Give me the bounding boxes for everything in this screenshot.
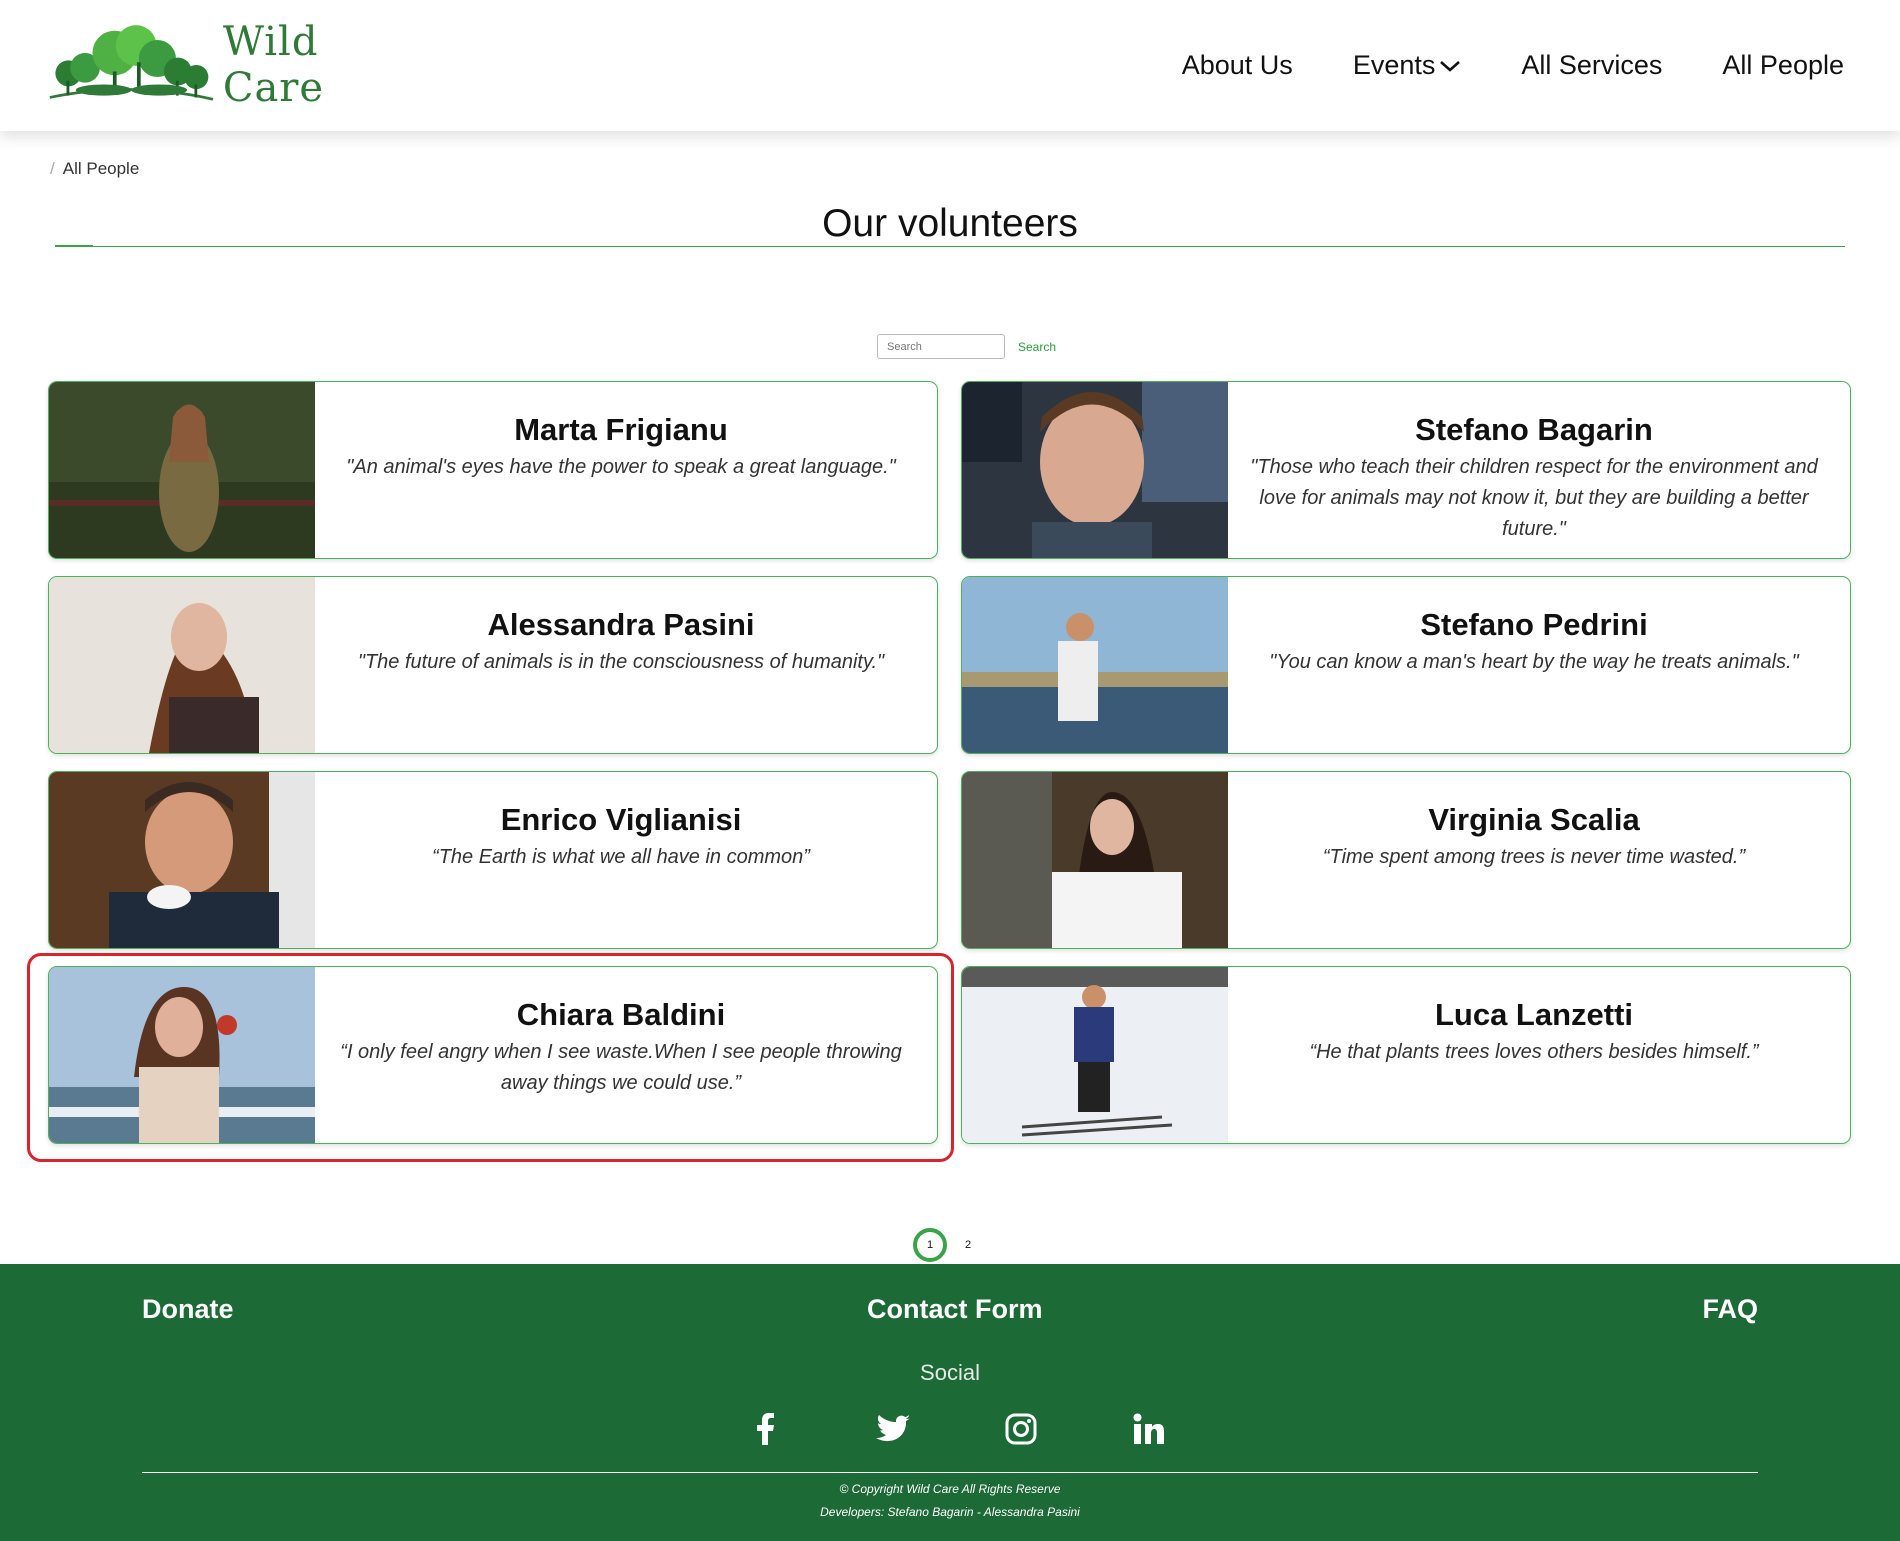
- search-button[interactable]: Search: [1018, 340, 1056, 354]
- volunteer-quote: “He that plants trees loves others besid…: [1309, 1041, 1759, 1063]
- volunteer-photo: [49, 772, 315, 948]
- volunteer-photo: [962, 772, 1228, 948]
- volunteer-info: Stefano Pedrini "You can know a man's he…: [1228, 607, 1840, 678]
- volunteer-quote: "The future of animals is in the conscio…: [357, 651, 885, 673]
- volunteer-card[interactable]: Luca Lanzetti “He that plants trees love…: [961, 966, 1851, 1144]
- linkedin-icon[interactable]: [1130, 1410, 1168, 1448]
- volunteer-name: Alessandra Pasini: [487, 607, 755, 642]
- chevron-down-icon: [1440, 60, 1461, 72]
- selection-highlight: [27, 953, 954, 1162]
- volunteer-info: Stefano Bagarin "Those who teach their c…: [1228, 412, 1840, 545]
- instagram-icon[interactable]: [1002, 1410, 1040, 1448]
- volunteer-quote: “Time spent among trees is never time wa…: [1322, 846, 1746, 868]
- pagination: 1 2: [913, 1228, 971, 1262]
- volunteer-info: Virginia Scalia “Time spent among trees …: [1228, 802, 1840, 873]
- volunteer-photo: [962, 382, 1228, 558]
- volunteer-card[interactable]: Stefano Bagarin "Those who teach their c…: [961, 381, 1851, 559]
- volunteer-info: Luca Lanzetti “He that plants trees love…: [1228, 997, 1840, 1068]
- nav-about-us[interactable]: About Us: [1182, 50, 1293, 81]
- volunteer-photo: [962, 967, 1228, 1143]
- brand-name: Wild Care: [222, 19, 325, 111]
- volunteer-photo: [49, 577, 315, 753]
- social-label: Social: [920, 1360, 980, 1385]
- main-nav: About Us Events All Services All People: [1182, 50, 1844, 81]
- volunteer-photo: [49, 382, 315, 558]
- volunteer-name: Stefano Pedrini: [1420, 607, 1648, 642]
- nav-events[interactable]: Events: [1353, 50, 1462, 81]
- search-input[interactable]: [877, 334, 1005, 359]
- nav-all-people[interactable]: All People: [1722, 50, 1844, 81]
- page-2-button[interactable]: 2: [965, 1239, 971, 1251]
- volunteer-quote: "You can know a man's heart by the way h…: [1269, 651, 1799, 673]
- title-divider-accent: [55, 245, 93, 247]
- volunteer-name: Luca Lanzetti: [1434, 997, 1634, 1032]
- breadcrumb: / All People: [50, 159, 139, 179]
- breadcrumb-separator: /: [50, 159, 55, 178]
- breadcrumb-current[interactable]: All People: [63, 159, 140, 178]
- nav-all-services[interactable]: All Services: [1521, 50, 1662, 81]
- volunteer-card[interactable]: Enrico Viglianisi “The Earth is what we …: [48, 771, 938, 949]
- volunteer-info: Marta Frigianu "An animal's eyes have th…: [315, 412, 927, 483]
- volunteer-card[interactable]: Virginia Scalia “Time spent among trees …: [961, 771, 1851, 949]
- donate-link[interactable]: Donate: [142, 1294, 234, 1325]
- volunteer-card[interactable]: Marta Frigianu "An animal's eyes have th…: [48, 381, 938, 559]
- page-1-button[interactable]: 1: [913, 1228, 947, 1262]
- copyright-text: © Copyright Wild Care All Rights Reserve: [839, 1482, 1061, 1496]
- volunteer-name: Virginia Scalia: [1428, 802, 1640, 837]
- site-footer: Donate Contact Form FAQ Social © Copyrig…: [0, 1264, 1900, 1541]
- volunteer-name: Marta Frigianu: [514, 412, 728, 447]
- volunteer-name: Enrico Viglianisi: [500, 802, 742, 837]
- volunteer-info: Enrico Viglianisi “The Earth is what we …: [315, 802, 927, 873]
- footer-divider: [142, 1472, 1758, 1473]
- volunteer-photo: [962, 577, 1228, 753]
- trees-logo-icon: [49, 25, 214, 101]
- nav-events-label: Events: [1352, 50, 1436, 80]
- volunteer-quote: "An animal's eyes have the power to spea…: [346, 456, 896, 478]
- site-header: Wild Care About Us Events All Services A…: [0, 0, 1900, 131]
- page-title: Our volunteers: [822, 202, 1078, 245]
- volunteer-card[interactable]: Alessandra Pasini "The future of animals…: [48, 576, 938, 754]
- volunteer-name: Stefano Bagarin: [1415, 412, 1653, 447]
- faq-link[interactable]: FAQ: [1702, 1294, 1758, 1325]
- volunteer-quote: “The Earth is what we all have in common…: [432, 846, 810, 868]
- facebook-icon[interactable]: [746, 1410, 784, 1448]
- social-links: [746, 1410, 1168, 1448]
- volunteer-info: Alessandra Pasini "The future of animals…: [315, 607, 927, 678]
- logo[interactable]: Wild Care: [48, 19, 418, 111]
- volunteer-quote: "Those who teach their children respect …: [1250, 456, 1818, 540]
- volunteer-card[interactable]: Stefano Pedrini "You can know a man's he…: [961, 576, 1851, 754]
- twitter-icon[interactable]: [874, 1410, 912, 1448]
- title-divider: [55, 246, 1845, 247]
- developers-text: Developers: Stefano Bagarin - Alessandra…: [820, 1505, 1080, 1519]
- contact-form-link[interactable]: Contact Form: [867, 1294, 1043, 1325]
